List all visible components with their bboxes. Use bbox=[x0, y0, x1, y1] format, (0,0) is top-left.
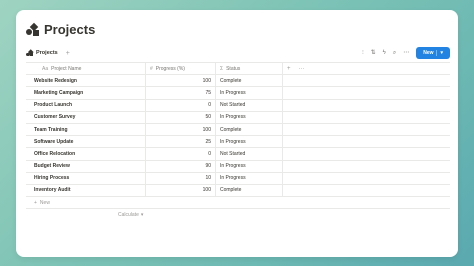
cell-progress[interactable]: 50 bbox=[146, 111, 216, 123]
table-row[interactable]: Team Training 100 Complete bbox=[26, 123, 450, 137]
more-icon[interactable]: ⋯ bbox=[403, 50, 409, 56]
table-row[interactable]: Hiring Process 10 In Progress bbox=[26, 172, 450, 185]
table-row[interactable]: Office Relocation 0 Not Started bbox=[26, 148, 450, 161]
cell-status[interactable]: In Progress bbox=[216, 111, 283, 123]
view-toolbar: Projects + ⫶ ⇅ ϟ ⌕ ⋯ New ▾ bbox=[26, 45, 450, 61]
cell-project-name[interactable]: Inventory Audit bbox=[26, 184, 146, 197]
lightning-icon[interactable]: ϟ bbox=[383, 50, 386, 56]
chevron-down-icon: ▾ bbox=[140, 211, 144, 218]
cell-status[interactable]: In Progress bbox=[216, 136, 283, 148]
database-shapes-icon bbox=[26, 22, 39, 36]
cell-empty bbox=[283, 112, 450, 123]
cell-status[interactable]: In Progress bbox=[216, 87, 283, 99]
notion-window: Projects Projects + ⫶ ⇅ ϟ ⌕ ⋯ New ▾ Aa P… bbox=[16, 10, 458, 257]
cell-project-name[interactable]: Team Training bbox=[26, 123, 146, 136]
cell-empty bbox=[283, 124, 450, 135]
table-row[interactable]: Product Launch 0 Not Started bbox=[26, 99, 450, 112]
database-shapes-icon bbox=[26, 48, 33, 57]
cell-empty bbox=[283, 173, 450, 184]
page-header: Projects bbox=[26, 22, 95, 37]
cell-empty bbox=[283, 87, 450, 98]
cell-progress[interactable]: 100 bbox=[146, 75, 216, 87]
view-tab-projects[interactable]: Projects bbox=[26, 48, 58, 57]
header-actions: + ··· bbox=[283, 63, 450, 74]
table-header-row: Aa Project Name # Progress (%) Σ Status … bbox=[26, 63, 450, 76]
table-row[interactable]: Inventory Audit 100 Complete bbox=[26, 184, 450, 198]
view-tab-label: Projects bbox=[36, 50, 58, 56]
number-type-icon: # bbox=[150, 65, 153, 72]
new-row-label: New bbox=[39, 199, 50, 206]
search-icon[interactable]: ⌕ bbox=[393, 50, 396, 56]
table-row[interactable]: Website Redesign 100 Complete bbox=[26, 75, 450, 88]
cell-status[interactable]: Not Started bbox=[216, 148, 283, 160]
filter-icon[interactable]: ⫶ bbox=[362, 50, 364, 56]
chevron-down-icon[interactable]: ▾ bbox=[436, 50, 443, 56]
sort-icon[interactable]: ⇅ bbox=[371, 50, 376, 56]
cell-status[interactable]: Complete bbox=[216, 75, 283, 87]
cell-empty bbox=[283, 100, 450, 111]
add-view-button[interactable]: + bbox=[66, 50, 70, 57]
cell-progress[interactable]: 100 bbox=[146, 123, 216, 136]
table-row[interactable]: Marketing Campaign 75 In Progress bbox=[26, 87, 450, 100]
column-header-label: Progress (%) bbox=[155, 65, 185, 72]
new-button-label: New bbox=[423, 50, 434, 56]
calculate-row: Calculate ▾ bbox=[26, 209, 450, 220]
cell-progress[interactable]: 100 bbox=[146, 184, 216, 197]
plus-icon: + bbox=[34, 199, 37, 206]
cell-project-name[interactable]: Marketing Campaign bbox=[26, 87, 146, 99]
tool-group: ⫶ ⇅ ϟ ⌕ ⋯ New ▾ bbox=[362, 47, 450, 59]
cell-progress[interactable]: 25 bbox=[146, 136, 216, 148]
calculate-button[interactable]: Calculate bbox=[118, 212, 139, 218]
table-row[interactable]: Software Update 25 In Progress bbox=[26, 136, 450, 149]
cell-status[interactable]: In Progress bbox=[216, 172, 283, 184]
cell-status[interactable]: Complete bbox=[216, 123, 283, 136]
cell-progress[interactable]: 75 bbox=[146, 87, 216, 99]
cell-project-name[interactable]: Customer Survey bbox=[26, 111, 146, 123]
cell-project-name[interactable]: Website Redesign bbox=[26, 75, 146, 87]
table-row[interactable]: Budget Review 90 In Progress bbox=[26, 160, 450, 173]
database-table: Aa Project Name # Progress (%) Σ Status … bbox=[26, 62, 450, 220]
column-header-progress[interactable]: # Progress (%) bbox=[146, 63, 216, 75]
cell-status[interactable]: In Progress bbox=[216, 160, 283, 172]
cell-empty bbox=[283, 161, 450, 172]
cell-project-name[interactable]: Software Update bbox=[26, 136, 146, 148]
cell-empty bbox=[283, 185, 450, 196]
more-icon[interactable]: ··· bbox=[299, 66, 305, 72]
page-title: Projects bbox=[44, 22, 96, 37]
column-header-label: Status bbox=[226, 65, 241, 72]
cell-empty bbox=[283, 75, 450, 86]
column-header-status[interactable]: Σ Status bbox=[216, 63, 283, 75]
text-type-icon: Aa bbox=[42, 65, 49, 72]
column-header-label: Project Name bbox=[51, 65, 82, 72]
cell-status[interactable]: Complete bbox=[216, 184, 283, 197]
cell-project-name[interactable]: Hiring Process bbox=[26, 172, 146, 184]
table-row[interactable]: Customer Survey 50 In Progress bbox=[26, 111, 450, 124]
cell-progress[interactable]: 90 bbox=[146, 160, 216, 172]
cell-project-name[interactable]: Office Relocation bbox=[26, 148, 146, 160]
cell-progress[interactable]: 10 bbox=[146, 172, 216, 184]
add-column-button[interactable]: + bbox=[287, 66, 291, 72]
cell-empty bbox=[283, 136, 450, 147]
cell-progress[interactable]: 0 bbox=[146, 148, 216, 160]
column-header-project-name[interactable]: Aa Project Name bbox=[26, 63, 146, 75]
cell-status[interactable]: Not Started bbox=[216, 99, 283, 111]
cell-project-name[interactable]: Budget Review bbox=[26, 160, 146, 172]
cell-progress[interactable]: 0 bbox=[146, 99, 216, 111]
new-row-button[interactable]: + New bbox=[26, 197, 450, 210]
formula-type-icon: Σ bbox=[220, 65, 224, 72]
cell-project-name[interactable]: Product Launch bbox=[26, 99, 146, 111]
cell-empty bbox=[283, 148, 450, 159]
new-button[interactable]: New ▾ bbox=[416, 47, 450, 59]
